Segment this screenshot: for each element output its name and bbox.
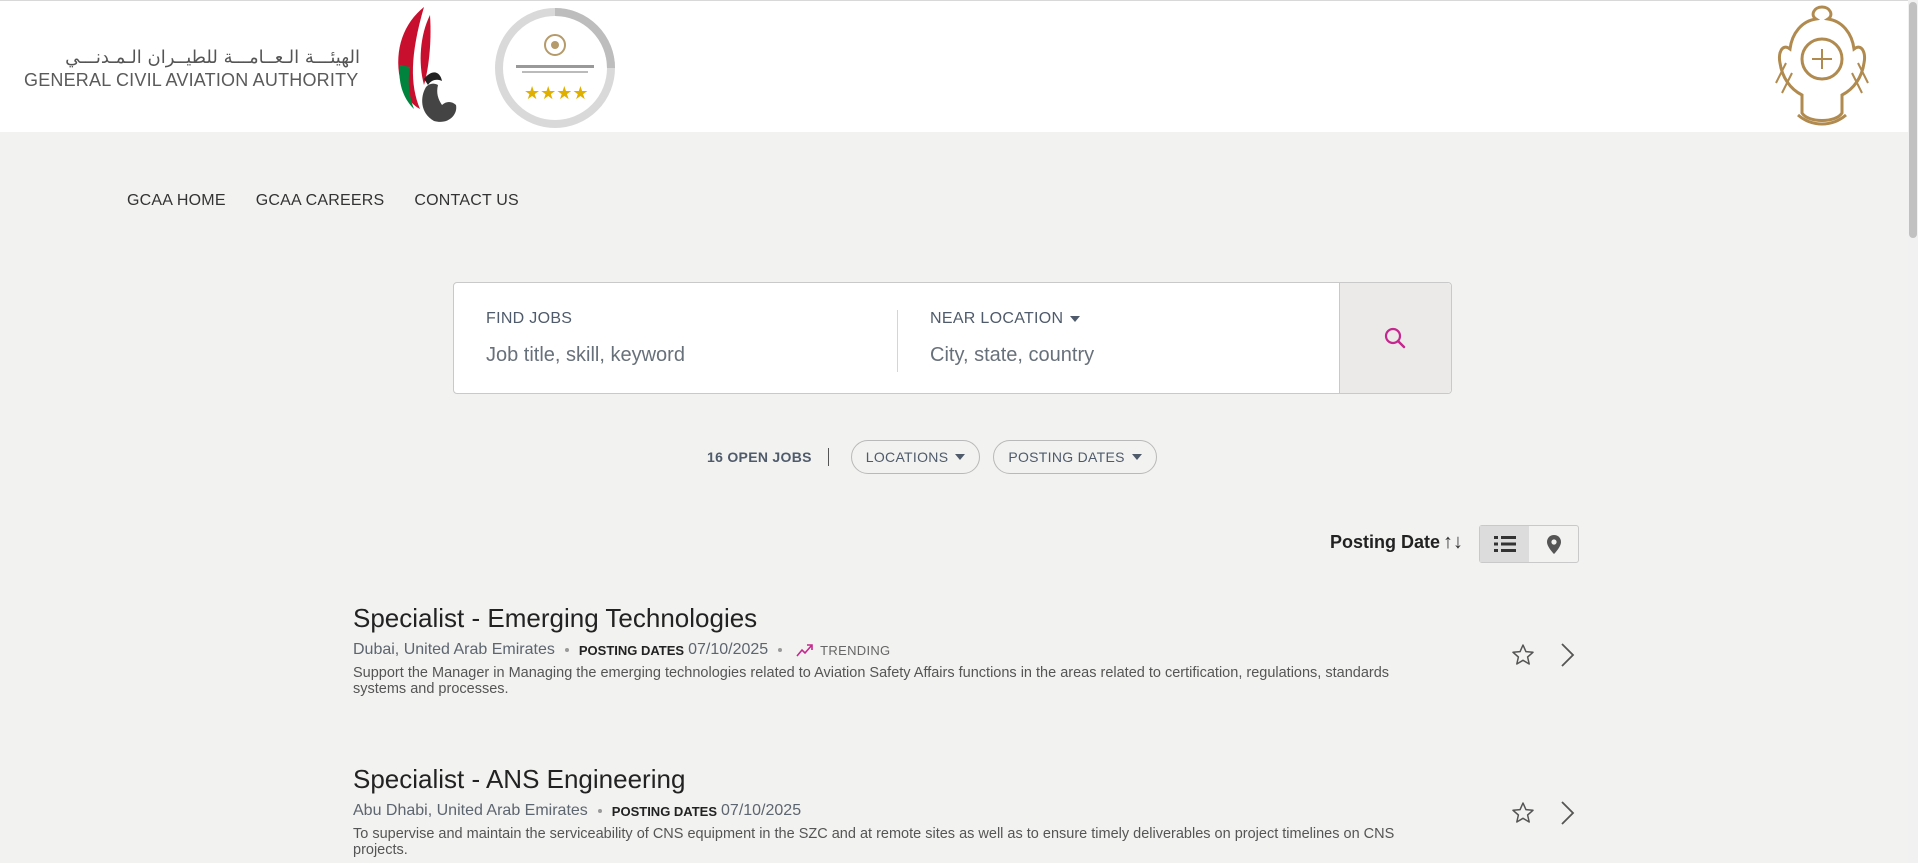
find-jobs-field: FIND JOBS [454, 283, 898, 393]
chevron-down-icon [955, 454, 966, 460]
job-card: Specialist - Emerging Technologies Dubai… [353, 603, 1575, 697]
job-search-box: FIND JOBS NEAR LOCATION [453, 282, 1452, 394]
posting-dates-label: POSTING DATES [578, 642, 685, 658]
falcon-logo-icon [380, 5, 460, 130]
star-outline-icon [1512, 802, 1534, 823]
logo-english-text: GENERAL CIVIL AVIATION AUTHORITY [24, 70, 359, 90]
locations-filter-label: LOCATIONS [865, 449, 949, 465]
main-nav: GCAA HOME GCAA CAREERS CONTACT US [127, 192, 519, 210]
find-jobs-label: FIND JOBS [486, 310, 573, 327]
job-location: Abu Dhabi, United Arab Emirates [353, 802, 588, 819]
filter-bar: 16 OPEN JOBS LOCATIONS POSTING DATES [707, 439, 1157, 475]
header: الهيئـــة الـعــامـــة للطيــران الـمـدن… [0, 0, 1908, 132]
job-description: To supervise and maintain the serviceabi… [353, 826, 1395, 858]
page-scrollbar[interactable] [1908, 0, 1918, 863]
job-meta: Dubai, United Arab Emirates POSTING DATE… [353, 641, 1575, 659]
near-location-field: NEAR LOCATION [898, 283, 1341, 393]
separator-dot [778, 648, 783, 652]
chevron-right-icon [1561, 801, 1575, 825]
posting-dates-label: POSTING DATES [611, 803, 718, 819]
sort-label: Posting Date [1330, 532, 1441, 552]
job-actions [1511, 642, 1575, 668]
view-toggle [1479, 525, 1579, 563]
job-title-link[interactable]: Specialist - ANS Engineering [353, 764, 1575, 795]
separator-dot [597, 809, 602, 813]
chevron-right-icon [1561, 643, 1575, 667]
gcaa-logo[interactable]: الهيئـــة الـعــامـــة للطيــران الـمـدن… [24, 47, 360, 91]
job-location: Dubai, United Arab Emirates [353, 641, 555, 658]
locations-filter[interactable]: LOCATIONS [850, 440, 981, 474]
nav-contact-us[interactable]: CONTACT US [414, 192, 519, 210]
sort-arrows-icon: ↑↓ [1443, 531, 1464, 553]
search-icon [1384, 327, 1406, 349]
trending-icon [796, 644, 813, 657]
map-view-button[interactable] [1529, 526, 1578, 562]
save-job-button[interactable] [1511, 643, 1535, 667]
map-pin-icon [1546, 534, 1561, 554]
chevron-down-icon [1131, 454, 1142, 460]
location-input[interactable] [930, 341, 1310, 369]
job-description: Support the Manager in Managing the emer… [353, 665, 1390, 697]
star-outline-icon [1512, 644, 1534, 665]
job-title-link[interactable]: Specialist - Emerging Technologies [353, 603, 1575, 634]
view-job-button[interactable] [1559, 800, 1575, 826]
scrollbar-thumb[interactable] [1909, 2, 1917, 238]
search-button[interactable] [1339, 283, 1451, 393]
save-job-button[interactable] [1511, 801, 1535, 825]
posting-dates-filter[interactable]: POSTING DATES [993, 440, 1157, 474]
keyword-input[interactable] [486, 341, 866, 369]
posting-date: 07/10/2025 [721, 802, 802, 819]
svg-text:★★★★: ★★★★ [524, 83, 589, 104]
near-location-dropdown[interactable]: NEAR LOCATION [930, 310, 1081, 328]
global-star-rating-award-icon: ★★★★ [494, 5, 616, 134]
posting-date: 07/10/2025 [688, 641, 769, 658]
nav-gcaa-careers[interactable]: GCAA CAREERS [256, 192, 385, 210]
trending-label: TRENDING [820, 642, 891, 658]
nav-gcaa-home[interactable]: GCAA HOME [127, 192, 226, 210]
job-actions [1511, 800, 1575, 826]
posting-dates-filter-label: POSTING DATES [1008, 449, 1125, 465]
near-location-label: NEAR LOCATION [930, 310, 1064, 327]
separator-dot [564, 648, 569, 652]
list-view-button[interactable] [1480, 526, 1529, 562]
view-job-button[interactable] [1559, 642, 1575, 668]
sort-posting-date[interactable]: Posting Date ↑↓ [1330, 531, 1463, 554]
job-card: Specialist - ANS Engineering Abu Dhabi, … [353, 764, 1575, 858]
open-jobs-count: 16 OPEN JOBS [707, 448, 829, 466]
uae-emblem-icon [1772, 3, 1872, 136]
job-meta: Abu Dhabi, United Arab Emirates POSTING … [353, 802, 1575, 820]
list-icon [1493, 536, 1516, 552]
logo-arabic-text: الهيئـــة الـعــامـــة للطيــران الـمـدن… [65, 47, 360, 68]
chevron-down-icon [1070, 315, 1081, 322]
